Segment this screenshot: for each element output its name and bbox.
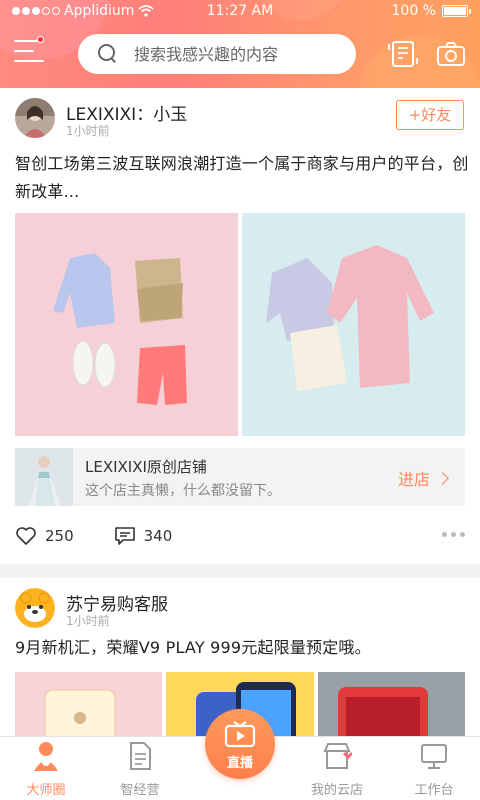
post-text[interactable]: 智创工场第三波互联网浪潮打造一个属于商家与用户的平台，创新改革... [15, 150, 470, 206]
enter-shop-button[interactable]: 进店 [397, 466, 449, 490]
battery-icon [442, 5, 471, 17]
camera-icon[interactable] [436, 40, 466, 68]
heart-icon [16, 527, 36, 545]
shop-description: 这个店主真懒，什么都没留下。 [85, 483, 281, 499]
tab-business[interactable]: 智经营 [100, 741, 180, 798]
status-right: 100 % [391, 3, 471, 19]
tab-label: 直播 [226, 756, 253, 771]
add-friend-button[interactable]: +好友 [396, 100, 464, 130]
more-icon[interactable] [442, 532, 465, 537]
post-time: 1小时前 [66, 124, 110, 138]
shop-thumbnail [15, 448, 73, 506]
post-text[interactable]: 9月新机汇，荣耀V9 PLAY 999元起限量预定哦。 [15, 634, 470, 662]
tab-label: 我的云店 [310, 783, 363, 798]
shop-name: LEXIXIXI原创店铺 [85, 458, 207, 476]
feed-list[interactable]: LEXIXIXI：小玉 1小时前 +好友 智创工场第三波互联网浪潮打造一个属于商… [0, 88, 480, 736]
tv-icon [224, 721, 256, 748]
post-time: 1小时前 [66, 614, 110, 628]
app-header: Applidium 11:27 AM 100 % [0, 0, 480, 88]
enter-shop-label: 进店 [397, 470, 430, 489]
tab-live[interactable]: 直播 [205, 709, 275, 779]
post-divider [0, 564, 480, 578]
menu-button[interactable] [14, 36, 44, 66]
post-image[interactable] [242, 213, 465, 436]
tab-workbench[interactable]: 工作台 [394, 741, 474, 798]
post-card[interactable]: LEXIXIXI：小玉 1小时前 +好友 智创工场第三波互联网浪潮打造一个属于商… [0, 88, 480, 564]
search-input[interactable] [134, 44, 334, 64]
avatar[interactable] [15, 98, 55, 138]
post-image[interactable] [15, 672, 163, 736]
status-bar: Applidium 11:27 AM 100 % [0, 0, 480, 22]
monitor-icon [421, 744, 447, 769]
tab-bar: 大师圈 智经营 直播 我的云店 工作台 [0, 709, 480, 800]
chevron-right-icon [436, 471, 449, 485]
tab-label: 智经营 [120, 783, 160, 798]
shop-icon [323, 743, 354, 769]
search-bar[interactable] [78, 34, 356, 74]
like-count: 250 [45, 527, 74, 545]
post-actions: 250 340 [15, 524, 212, 548]
like-button[interactable]: 250 [15, 526, 74, 546]
post-image[interactable] [15, 213, 238, 436]
comment-icon [114, 527, 135, 545]
avatar[interactable] [15, 588, 55, 628]
comment-button[interactable]: 340 [114, 526, 173, 546]
shop-card[interactable]: LEXIXIXI原创店铺 这个店主真懒，什么都没留下。 进店 [15, 448, 465, 506]
search-icon [98, 44, 118, 64]
post-image[interactable] [317, 672, 465, 736]
scan-document-icon[interactable] [388, 40, 418, 68]
document-icon [130, 742, 151, 770]
battery-level [444, 7, 466, 15]
notification-dot [37, 36, 44, 43]
battery-percent: 100 % [391, 3, 436, 19]
tab-label: 工作台 [414, 783, 454, 798]
comment-count: 340 [143, 527, 173, 545]
user-circle-icon [34, 742, 58, 771]
tab-master-circle[interactable]: 大师圈 [6, 741, 86, 798]
tab-my-cloud-shop[interactable]: 我的云店 [297, 741, 377, 798]
tab-label: 大师圈 [26, 783, 66, 798]
